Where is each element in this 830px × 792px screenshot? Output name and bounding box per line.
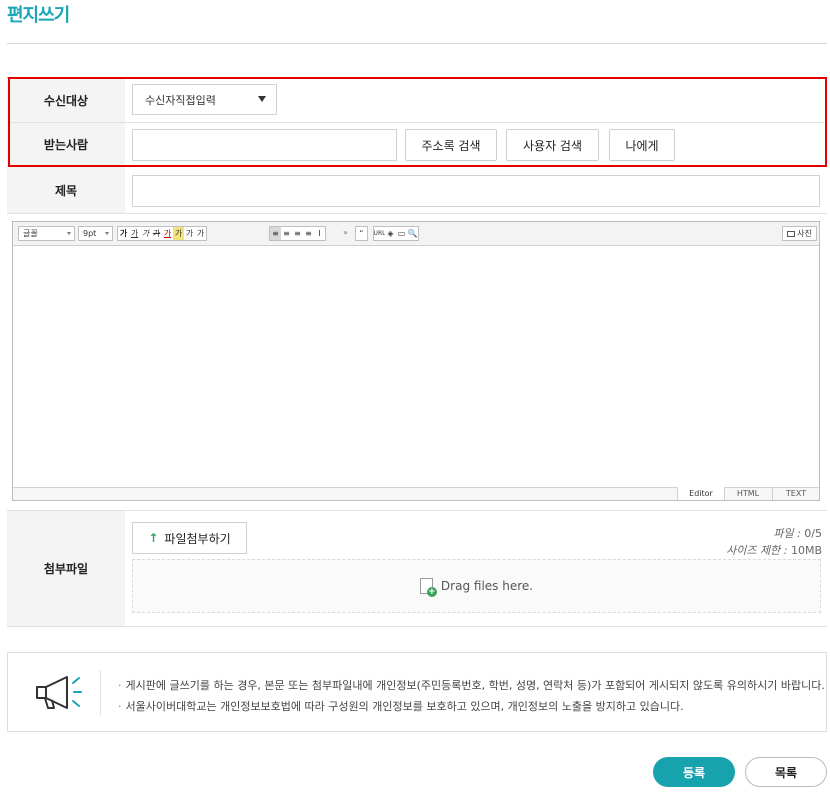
text-style-group: 가 가 가 가 가 가 가 가	[117, 226, 207, 241]
user-search-button[interactable]: 사용자 검색	[506, 129, 599, 161]
align-left-button[interactable]: ≡	[270, 227, 281, 240]
attachment-row: 첨부파일 ↑ 파일첨부하기 파일 : 0/5 사이즈 제한 : 10MB + D…	[7, 510, 827, 627]
insert-group: URL ◈ ▭ 🔍	[373, 226, 419, 241]
font-color-button[interactable]: 가	[162, 227, 173, 240]
strikethrough-button[interactable]: 가	[151, 227, 162, 240]
subscript-button[interactable]: 가	[195, 227, 206, 240]
recipient-type-selected: 수신자직접입력	[145, 93, 216, 107]
notice-line-text: 게시판에 글쓰기를 하는 경우, 본문 또는 첨부파일내에 개인정보(주민등록번…	[125, 679, 825, 692]
superscript-button[interactable]: 가	[184, 227, 195, 240]
subject-row: 제목	[7, 167, 827, 214]
size-limit-value: 10MB	[790, 544, 822, 557]
size-limit: 사이즈 제한 : 10MB	[726, 542, 822, 558]
file-count: 파일 : 0/5	[773, 525, 822, 541]
font-size-value: 9pt	[83, 229, 97, 238]
editor-body[interactable]	[13, 247, 819, 486]
align-justify-button[interactable]: ≡	[303, 227, 314, 240]
notice-line: · 게시판에 글쓰기를 하는 경우, 본문 또는 첨부파일내에 개인정보(주민등록…	[118, 679, 825, 692]
chevron-down-icon	[67, 232, 71, 235]
receiver-row: 받는사람 주소록 검색 사용자 검색 나에게	[7, 123, 827, 167]
camera-icon	[787, 230, 796, 237]
up-arrow-icon: ↑	[148, 531, 159, 545]
chevron-down-icon	[105, 232, 109, 235]
file-count-value: 0/5	[804, 527, 822, 540]
recipient-type-label: 수신대상	[7, 78, 125, 122]
subject-input[interactable]	[132, 175, 820, 207]
align-center-button[interactable]: ≡	[281, 227, 292, 240]
link-button[interactable]: URL	[374, 227, 385, 240]
send-to-me-button[interactable]: 나에게	[609, 129, 675, 161]
insert-photo-label: 사진	[797, 229, 812, 238]
file-count-label: 파일 :	[773, 527, 801, 540]
recipient-type-row: 수신대상 수신자직접입력	[7, 78, 827, 123]
title-divider	[7, 43, 827, 44]
recipient-type-select[interactable]: 수신자직접입력	[132, 84, 277, 115]
italic-button[interactable]: 가	[140, 227, 151, 240]
editor-mode-bar: Editor HTML TEXT	[13, 487, 819, 500]
receiver-label: 받는사람	[7, 123, 125, 166]
insert-photo-button[interactable]: 사진	[782, 226, 817, 241]
bold-button[interactable]: 가	[118, 227, 129, 240]
table-button[interactable]: ▭	[396, 227, 407, 240]
dropdown-arrow-icon	[258, 96, 266, 102]
attach-file-button[interactable]: ↑ 파일첨부하기	[132, 522, 247, 554]
find-button[interactable]: 🔍	[407, 227, 418, 240]
size-limit-label: 사이즈 제한 :	[726, 544, 788, 557]
notice-line-text: 서울사이버대학교는 개인정보보호법에 따라 구성원의 개인정보를 보호하고 있으…	[125, 700, 684, 713]
underline-button[interactable]: 가	[129, 227, 140, 240]
special-char-button[interactable]: ◈	[385, 227, 396, 240]
align-right-button[interactable]: ≡	[292, 227, 303, 240]
tab-editor[interactable]: Editor	[677, 487, 724, 500]
quote-group: “	[355, 226, 368, 241]
page-title: 편지쓰기	[7, 5, 70, 26]
font-family-value: 글꼴	[23, 229, 38, 238]
megaphone-icon	[35, 674, 83, 715]
clear-format-button[interactable]: I	[314, 227, 325, 240]
address-book-search-button[interactable]: 주소록 검색	[405, 129, 497, 161]
notice-divider	[100, 670, 101, 716]
attachment-label: 첨부파일	[7, 511, 125, 626]
more-tools-button[interactable]: »	[343, 228, 348, 237]
privacy-notice: · 게시판에 글쓰기를 하는 경우, 본문 또는 첨부파일내에 개인정보(주민등록…	[7, 652, 827, 732]
receiver-input[interactable]	[132, 129, 397, 161]
highlight-color-button[interactable]: 가	[173, 227, 184, 240]
attach-file-label: 파일첨부하기	[164, 531, 231, 546]
quote-button[interactable]: “	[356, 227, 367, 240]
submit-button[interactable]: 등록	[653, 757, 735, 787]
file-add-icon: +	[419, 578, 437, 597]
tab-html[interactable]: HTML	[724, 487, 771, 500]
notice-line: · 서울사이버대학교는 개인정보보호법에 따라 구성원의 개인정보를 보호하고 있…	[118, 700, 684, 713]
font-size-select[interactable]: 9pt	[78, 226, 113, 241]
editor-toolbar: 글꼴 9pt 가 가 가 가 가 가 가 가 ≡ ≡ ≡ ≡ I » “ URL…	[13, 222, 819, 246]
rich-text-editor: 글꼴 9pt 가 가 가 가 가 가 가 가 ≡ ≡ ≡ ≡ I » “ URL…	[12, 221, 820, 501]
subject-label: 제목	[7, 167, 125, 213]
file-dropzone[interactable]: + Drag files here.	[132, 559, 821, 613]
alignment-group: ≡ ≡ ≡ ≡ I	[269, 226, 326, 241]
font-family-select[interactable]: 글꼴	[18, 226, 75, 241]
tab-text[interactable]: TEXT	[772, 487, 819, 500]
list-button[interactable]: 목록	[745, 757, 827, 787]
dropzone-text: Drag files here.	[440, 579, 534, 593]
